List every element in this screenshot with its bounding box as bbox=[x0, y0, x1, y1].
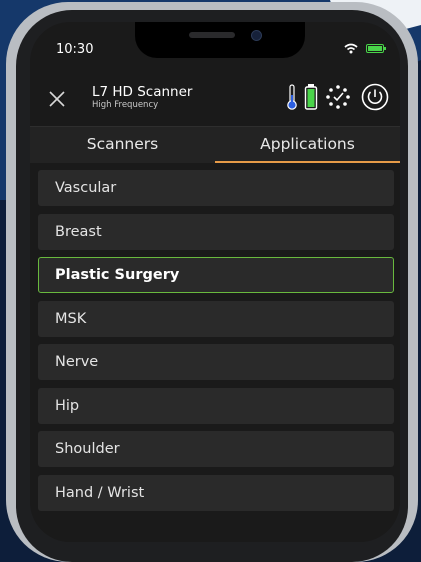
application-item-breast[interactable]: Breast bbox=[38, 213, 394, 250]
application-item-msk[interactable]: MSK bbox=[38, 300, 394, 337]
notch bbox=[135, 22, 305, 58]
application-item-nerve[interactable]: Nerve bbox=[38, 344, 394, 380]
status-icons bbox=[344, 43, 386, 54]
application-item-shoulder[interactable]: Shoulder bbox=[38, 431, 394, 467]
header-status-icons bbox=[286, 82, 390, 112]
application-item-hip[interactable]: Hip bbox=[38, 387, 394, 424]
tab-bar: Scanners Applications bbox=[30, 126, 400, 163]
front-camera bbox=[251, 30, 262, 41]
applications-list: Vascular Breast Plastic Surgery MSK Nerv… bbox=[38, 170, 394, 518]
application-item-hand-wrist[interactable]: Hand / Wrist bbox=[38, 474, 394, 511]
tab-scanners[interactable]: Scanners bbox=[30, 127, 215, 161]
scanner-title-block: L7 HD Scanner High Frequency bbox=[92, 84, 192, 111]
power-icon[interactable] bbox=[360, 82, 390, 112]
application-item-plastic-surgery[interactable]: Plastic Surgery bbox=[38, 257, 394, 293]
battery-icon bbox=[304, 84, 318, 110]
app-header: L7 HD Scanner High Frequency bbox=[30, 72, 400, 128]
scanner-name: L7 HD Scanner bbox=[92, 84, 193, 100]
speaker bbox=[189, 32, 235, 38]
scanner-frequency: High Frequency bbox=[92, 100, 159, 110]
close-icon[interactable] bbox=[46, 88, 68, 110]
app-screen: 10:30 L7 HD Scanner High Frequency Scann… bbox=[30, 22, 400, 542]
wifi-icon bbox=[344, 43, 358, 54]
connection-spinner-icon bbox=[326, 85, 350, 109]
status-battery-icon bbox=[366, 44, 386, 53]
application-item-vascular[interactable]: Vascular bbox=[38, 170, 394, 206]
status-time: 10:30 bbox=[56, 42, 94, 57]
tab-applications[interactable]: Applications bbox=[215, 127, 400, 163]
thermometer-icon bbox=[287, 84, 297, 110]
